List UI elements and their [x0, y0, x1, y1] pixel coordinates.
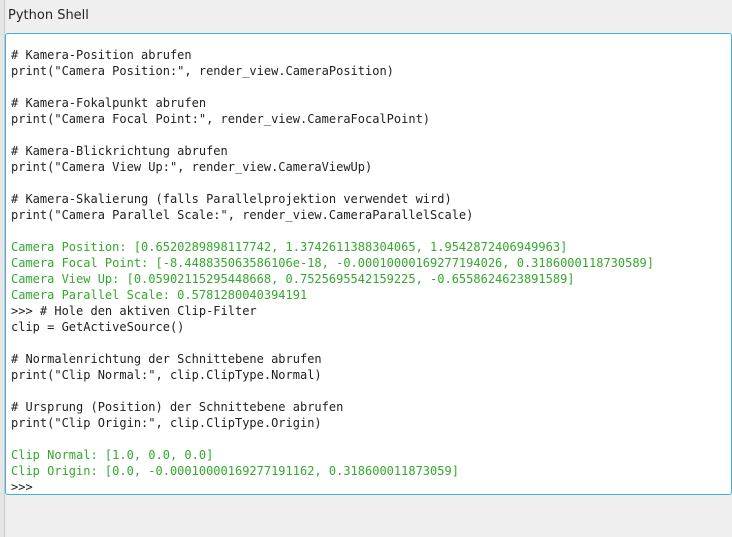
console-output: # Kamera-Position abrufen print("Camera P…	[11, 47, 654, 494]
console-code-line: >>> # Hole den aktiven Clip-Filter	[11, 304, 257, 318]
console-code-line: print("Camera Parallel Scale:", render_v…	[11, 208, 474, 222]
dock-title: Python Shell	[8, 8, 89, 23]
console-output-line: Camera Focal Point: [-8.448835063586106e…	[11, 256, 654, 270]
console-code-line	[11, 383, 654, 399]
console-code-line: >>>	[11, 480, 33, 494]
console-code-line: # Kamera-Fokalpunkt abrufen	[11, 96, 207, 110]
console-code-line: # Kamera-Blickrichtung abrufen	[11, 144, 228, 158]
console-output-line: Camera Position: [0.6520289898117742, 1.…	[11, 240, 568, 254]
console-code-line: print("Camera View Up:", render_view.Cam…	[11, 160, 373, 174]
console-code-line: print("Camera Focal Point:", render_view…	[11, 112, 431, 126]
console-code-line: print("Camera Position:", render_view.Ca…	[11, 64, 394, 78]
console-output-line: Clip Normal: [1.0, 0.0, 0.0]	[11, 448, 214, 462]
console-code-line: # Kamera-Skalierung (falls Parallelproje…	[11, 192, 452, 206]
console-code-line	[11, 175, 654, 191]
console-code-line	[11, 335, 654, 351]
console-code-line	[11, 223, 654, 239]
python-console[interactable]: # Kamera-Position abrufen print("Camera P…	[5, 33, 732, 495]
console-output-line: Camera Parallel Scale: 0.578128004039419…	[11, 288, 308, 302]
console-code-line: print("Clip Origin:", clip.ClipType.Orig…	[11, 416, 322, 430]
console-code-line	[11, 431, 654, 447]
console-code-line: # Normalenrichtung der Schnittebene abru…	[11, 352, 322, 366]
console-output-line: Clip Origin: [0.0, -0.000100001692771911…	[11, 464, 459, 478]
console-code-line	[11, 127, 654, 143]
console-code-line: print("Clip Normal:", clip.ClipType.Norm…	[11, 368, 322, 382]
console-code-line: # Kamera-Position abrufen	[11, 48, 192, 62]
dock-title-bar[interactable]: Python Shell	[5, 0, 732, 32]
console-code-line: # Ursprung (Position) der Schnittebene a…	[11, 400, 344, 414]
console-code-line: clip = GetActiveSource()	[11, 320, 185, 334]
console-code-line	[11, 79, 654, 95]
console-output-line: Camera View Up: [0.05902115295448668, 0.…	[11, 272, 575, 286]
